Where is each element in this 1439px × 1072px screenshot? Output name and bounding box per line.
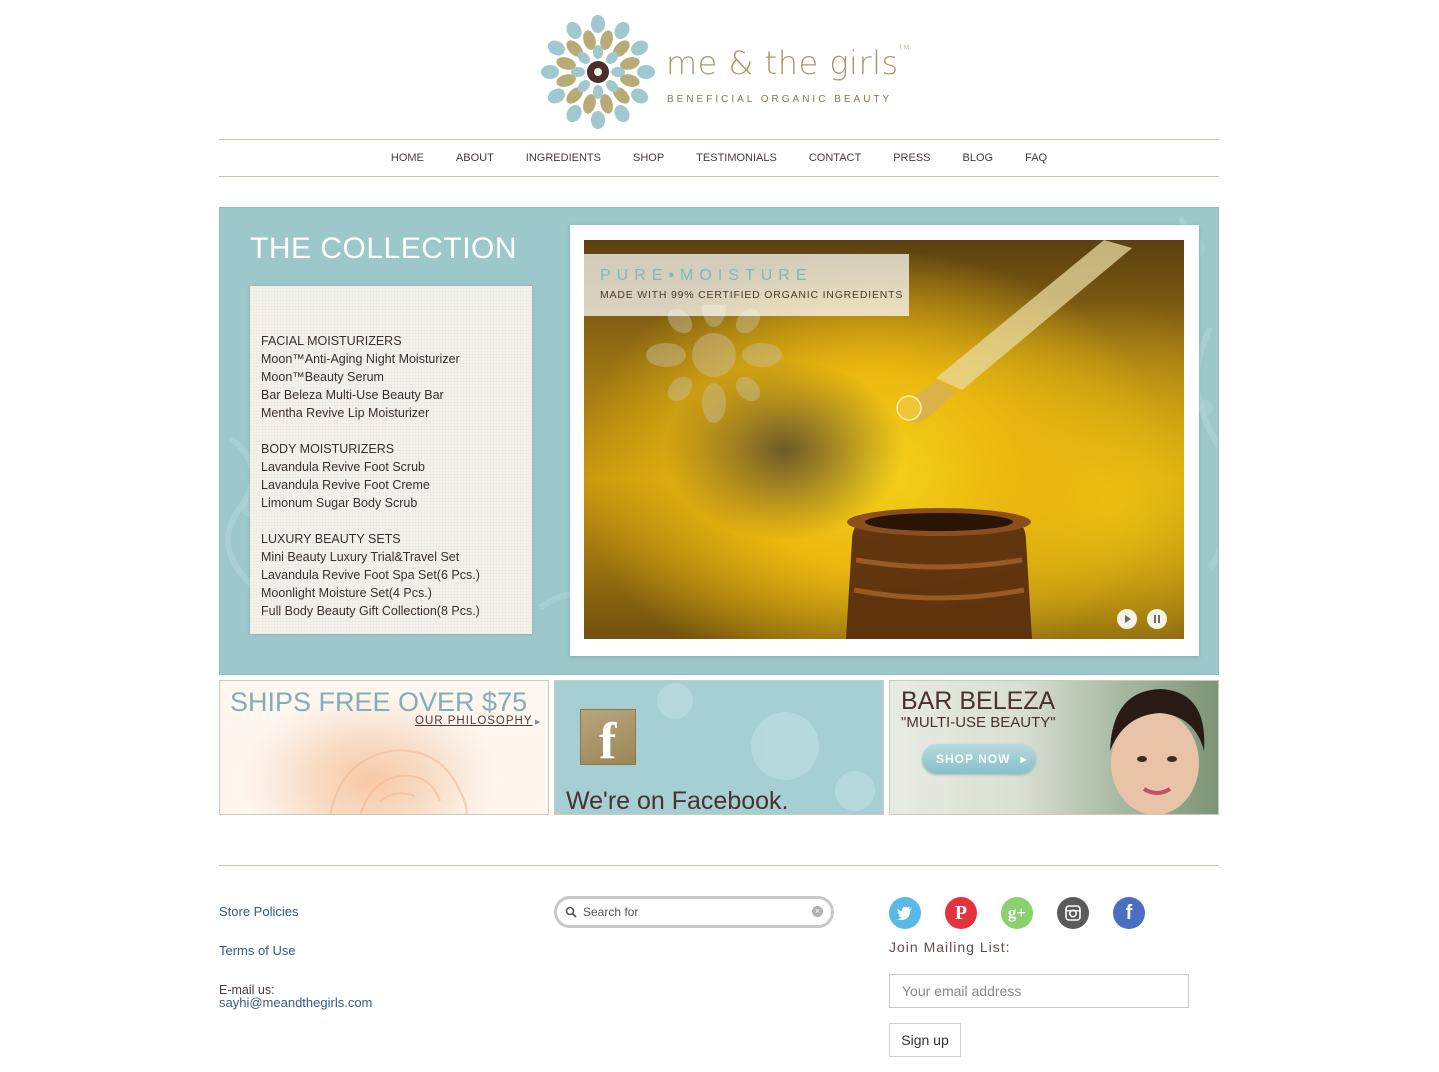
clear-icon[interactable]: × xyxy=(812,906,823,917)
play-button[interactable] xyxy=(1117,609,1137,629)
watermark-flower-icon xyxy=(646,305,782,423)
store-policies-link[interactable]: Store Policies xyxy=(219,904,298,919)
brand-tagline: BENEFICIAL ORGANIC BEAUTY xyxy=(667,94,893,105)
slideshow-image[interactable]: PURE•MOISTURE MADE WITH 99% CERTIFIED OR… xyxy=(584,240,1184,639)
group-body: BODY MOISTURIZERS Lavandula Revive Foot … xyxy=(261,440,522,512)
product-link[interactable]: Lavandula Revive Foot Spa Set(6 Pcs.) xyxy=(261,566,522,584)
nav-testimonials[interactable]: TESTIMONIALS xyxy=(680,152,793,164)
sign-up-button[interactable]: Sign up xyxy=(889,1023,961,1057)
product-link[interactable]: Lavandula Revive Foot Scrub xyxy=(261,458,522,476)
nav-blog[interactable]: BLOG xyxy=(947,152,1010,164)
product-link[interactable]: Moon™Anti-Aging Night Moisturizer xyxy=(261,350,522,368)
product-link[interactable]: Mentha Revive Lip Moisturizer xyxy=(261,404,522,422)
brand-name: me & the girlsTM xyxy=(666,44,910,82)
model-portrait-icon xyxy=(1110,689,1205,814)
group-sets: LUXURY BEAUTY SETS Mini Beauty Luxury Tr… xyxy=(261,530,522,620)
philosophy-link[interactable]: OUR PHILOSOPHY xyxy=(415,715,533,727)
pause-button[interactable] xyxy=(1147,609,1167,629)
arrow-right-icon: ▶ xyxy=(535,719,541,726)
site-logo[interactable]: me & the girlsTM BENEFICIAL ORGANIC BEAU… xyxy=(540,14,920,132)
product-link[interactable]: Moon™Beauty Serum xyxy=(261,368,522,386)
product-link[interactable]: Lavandula Revive Foot Creme xyxy=(261,476,522,494)
collection-list: FACIAL MOISTURIZERS Moon™Anti-Aging Nigh… xyxy=(250,286,532,634)
mandala-logo-icon xyxy=(541,15,655,129)
instagram-icon[interactable] xyxy=(1057,897,1089,929)
product-link[interactable]: Moonlight Moisture Set(4 Pcs.) xyxy=(261,584,522,602)
bar-beleza-subhead: "MULTI-USE BEAUTY" xyxy=(901,714,1056,731)
group-facial: FACIAL MOISTURIZERS Moon™Anti-Aging Nigh… xyxy=(261,332,522,422)
ships-free-headline: SHIPS FREE OVER $75 xyxy=(230,687,528,717)
facebook-logo-icon: f xyxy=(580,709,636,770)
search-icon xyxy=(565,906,577,918)
group-heading[interactable]: FACIAL MOISTURIZERS xyxy=(261,332,522,350)
collection-hero: THE COLLECTION FACIAL MOISTURIZERS Moon™… xyxy=(219,207,1219,675)
join-mailing-list-label: Join Mailing List: xyxy=(889,939,1011,955)
email-field[interactable] xyxy=(889,974,1189,1008)
group-heading[interactable]: LUXURY BEAUTY SETS xyxy=(261,530,522,548)
search-input[interactable] xyxy=(583,905,803,919)
slide-caption-band xyxy=(584,254,909,316)
nav-shop[interactable]: SHOP xyxy=(617,152,680,164)
product-link[interactable]: Limonum Sugar Body Scrub xyxy=(261,494,522,512)
product-link[interactable]: Mini Beauty Luxury Trial&Travel Set xyxy=(261,548,522,566)
google-plus-icon[interactable]: g+ xyxy=(1001,897,1033,929)
facebook-tile[interactable]: f We're on Facebook. xyxy=(554,680,884,815)
collection-title: THE COLLECTION xyxy=(250,232,518,265)
play-icon xyxy=(1125,615,1131,623)
slideshow-frame: PURE•MOISTURE MADE WITH 99% CERTIFIED OR… xyxy=(570,225,1199,656)
nav-faq[interactable]: FAQ xyxy=(1009,152,1063,164)
main-nav: HOME ABOUT INGREDIENTS SHOP TESTIMONIALS… xyxy=(219,139,1219,177)
arrow-right-icon: ▶ xyxy=(1020,754,1028,764)
facebook-icon[interactable]: f xyxy=(1113,897,1145,929)
product-link[interactable]: Bar Beleza Multi-Use Beauty Bar xyxy=(261,386,522,404)
slide-subtitle: MADE WITH 99% CERTIFIED ORGANIC INGREDIE… xyxy=(600,289,904,301)
nav-contact[interactable]: CONTACT xyxy=(793,152,877,164)
product-link[interactable]: Full Body Beauty Gift Collection(8 Pcs.) xyxy=(261,602,522,620)
twitter-icon[interactable] xyxy=(889,897,921,929)
bar-beleza-tile[interactable]: BAR BELEZA "MULTI-USE BEAUTY" SHOP NOW ▶ xyxy=(889,680,1219,815)
nav-home[interactable]: HOME xyxy=(375,152,440,164)
nav-ingredients[interactable]: INGREDIENTS xyxy=(510,152,617,164)
nav-about[interactable]: ABOUT xyxy=(440,152,510,164)
pinterest-icon[interactable]: P xyxy=(945,897,977,929)
shop-now-button[interactable]: SHOP NOW ▶ xyxy=(922,744,1036,774)
pause-icon xyxy=(1154,615,1160,623)
contact-email-link[interactable]: sayhi@meandthegirls.com xyxy=(219,995,372,1010)
footer-divider xyxy=(219,865,1219,866)
search-box: × xyxy=(554,896,834,928)
ships-free-tile[interactable]: SHIPS FREE OVER $75 OUR PHILOSOPHY ▶ xyxy=(219,680,549,815)
group-heading[interactable]: BODY MOISTURIZERS xyxy=(261,440,522,458)
nav-press[interactable]: PRESS xyxy=(877,152,946,164)
terms-link[interactable]: Terms of Use xyxy=(219,943,296,958)
bar-beleza-headline: BAR BELEZA xyxy=(901,687,1056,715)
facebook-headline: We're on Facebook. xyxy=(566,787,789,815)
slide-kicker: PURE•MOISTURE xyxy=(600,267,813,284)
